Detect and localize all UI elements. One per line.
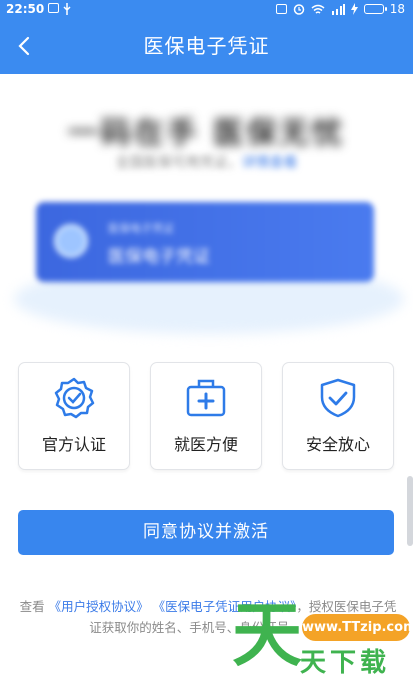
watermark-logo: 天下载 xyxy=(300,648,391,678)
feature-label: 安全放心 xyxy=(305,435,370,454)
vibrate-icon xyxy=(275,4,287,14)
feature-secure: 安全放心 xyxy=(282,362,394,470)
nav-bar: 医保电子凭证 xyxy=(0,18,413,74)
agree-activate-button[interactable]: 同意协议并激活 xyxy=(18,510,394,555)
battery-icon xyxy=(363,4,387,14)
user-authorization-agreement-link[interactable]: 《用户授权协议》 xyxy=(49,599,149,614)
alarm-icon xyxy=(293,4,304,15)
hero-subtitle: 全国医保可用凭证，详情查看 xyxy=(0,152,413,172)
wifi-icon xyxy=(311,4,325,14)
watermark-url-badge: www.TTzip.com xyxy=(302,614,413,641)
notification-icons xyxy=(48,3,71,15)
usb-icon xyxy=(63,3,71,15)
hero-section: 一码在手 医保无忧 全国医保可用凭证，详情查看 医保电子凭证 医保电子凭证 xyxy=(0,74,413,344)
image-notification-icon xyxy=(48,3,59,13)
feature-label: 就医方便 xyxy=(173,435,238,454)
ecard-preview: 医保电子凭证 医保电子凭证 xyxy=(36,202,374,282)
signal-icon xyxy=(331,3,345,15)
system-icons: 18 xyxy=(275,0,405,18)
ecard-title: 医保电子凭证 xyxy=(108,247,210,267)
page-title: 医保电子凭证 xyxy=(143,34,270,58)
feature-label: 官方认证 xyxy=(41,435,106,454)
shield-check-icon xyxy=(320,378,356,418)
medical-kit-icon xyxy=(186,379,226,417)
hero-subtitle-text: 全国医保可用凭证， xyxy=(115,155,242,171)
feature-official-certified: 官方认证 xyxy=(18,362,130,470)
hero-title: 一码在手 医保无忧 xyxy=(67,116,346,151)
ecard-logo-icon xyxy=(54,224,88,258)
status-time: 22:50 xyxy=(6,2,45,16)
agreement-prefix: 查看 xyxy=(19,599,45,614)
certified-badge-icon xyxy=(54,377,95,419)
watermark-mark: 天 xyxy=(232,594,302,676)
scroll-handle[interactable] xyxy=(407,476,413,546)
hero-subtitle-link[interactable]: 详情查看 xyxy=(242,155,298,171)
status-bar: 22:50 18 xyxy=(0,0,413,18)
feature-convenient-care: 就医方便 xyxy=(150,362,262,470)
charging-icon xyxy=(350,3,358,15)
battery-level: 18 xyxy=(389,2,405,16)
feature-list: 官方认证 就医方便 安全放心 xyxy=(18,362,394,470)
ecard-caption: 医保电子凭证 xyxy=(108,222,174,235)
